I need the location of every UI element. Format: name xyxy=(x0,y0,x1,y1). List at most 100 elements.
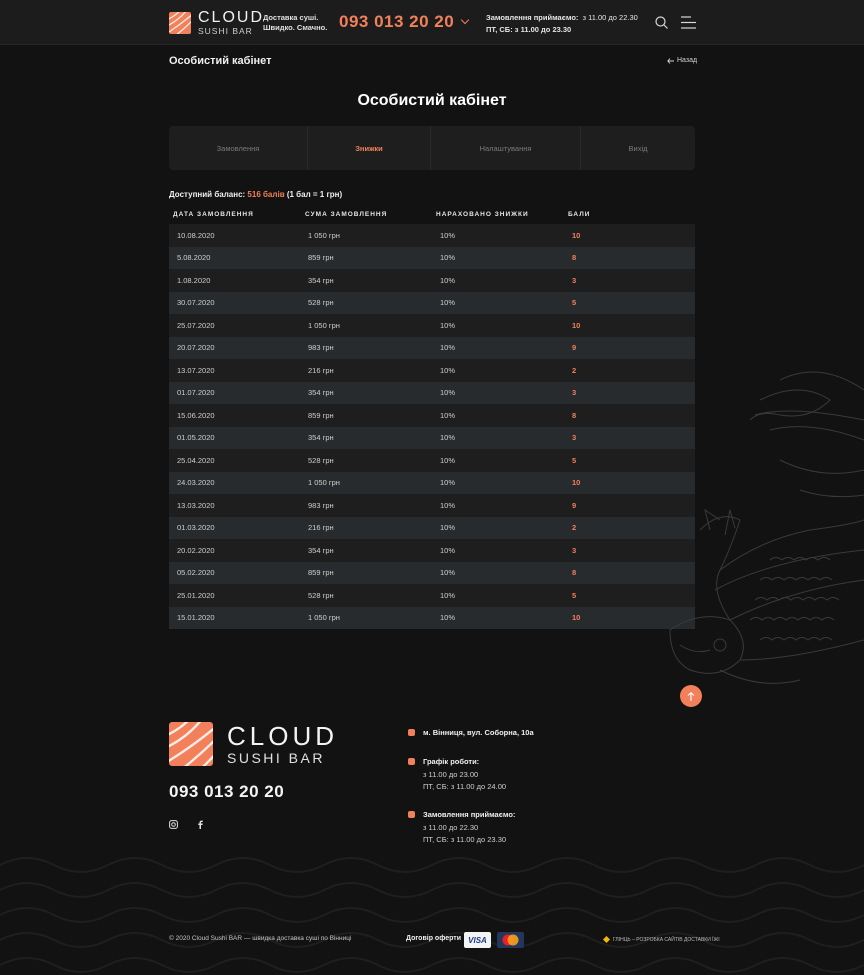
discount-percent-cell: 10% xyxy=(440,298,456,308)
salmon-logo-icon xyxy=(169,722,213,766)
account-tabs: Замовлення Знижки Налаштування Вихід xyxy=(169,126,695,170)
discount-percent-cell: 10% xyxy=(440,523,456,533)
discount-percent-cell: 10% xyxy=(440,388,456,398)
order-sum-cell: 528 грн xyxy=(308,298,334,308)
table-row: 15.01.2020 1 050 грн 10% 10 xyxy=(169,606,695,629)
table-row: 05.02.2020 859 грн 10% 8 xyxy=(169,561,695,584)
breadcrumb-title: Особистий кабінет xyxy=(169,55,272,67)
table-row: 30.07.2020 528 грн 10% 5 xyxy=(169,291,695,314)
footer-orders-hours: Замовлення приймаємо: з 11.00 до 22.30 П… xyxy=(408,809,515,847)
table-row: 01.05.2020 354 грн 10% 3 xyxy=(169,426,695,449)
location-icon xyxy=(408,729,415,736)
order-date-cell: 05.02.2020 xyxy=(177,568,215,578)
search-icon[interactable] xyxy=(655,16,668,29)
order-sum-cell: 1 050 грн xyxy=(308,613,340,623)
table-row: 5.08.2020 859 грн 10% 8 xyxy=(169,246,695,269)
order-date-cell: 1.08.2020 xyxy=(177,275,211,285)
tab-discounts[interactable]: Знижки xyxy=(308,126,431,170)
table-body: 10.08.2020 1 050 грн 10% 10 5.08.2020 859 грн… xyxy=(169,224,695,629)
discount-percent-cell: 10% xyxy=(440,455,456,465)
order-sum-cell: 1 050 грн xyxy=(308,320,340,330)
balance-value: 516 балів xyxy=(247,190,285,199)
visa-icon: VISA xyxy=(464,932,491,948)
menu-icon[interactable] xyxy=(681,16,696,29)
order-sum-cell: 216 грн xyxy=(308,523,334,533)
order-sum-cell: 354 грн xyxy=(308,545,334,555)
header-hours: Замовлення приймаємо: з 11.00 до 22.30 П… xyxy=(486,13,638,34)
order-sum-cell: 528 грн xyxy=(308,455,334,465)
order-sum-cell: 1 050 грн xyxy=(308,478,340,488)
points-cell: 10 xyxy=(572,320,581,330)
order-date-cell: 13.07.2020 xyxy=(177,365,215,375)
instagram-icon[interactable] xyxy=(169,820,178,829)
table-row: 25.01.2020 528 грн 10% 5 xyxy=(169,584,695,607)
points-cell: 10 xyxy=(572,230,581,240)
table-row: 01.07.2020 354 грн 10% 3 xyxy=(169,381,695,404)
table-row: 10.08.2020 1 050 грн 10% 10 xyxy=(169,224,695,247)
developer-credit[interactable]: ГЛІНЦЬ – РОЗРОБКА САЙТІВ ДОСТАВКИ ЇЖІ xyxy=(603,936,720,943)
order-date-cell: 13.03.2020 xyxy=(177,500,215,510)
clock-icon xyxy=(408,758,415,765)
chevron-down-icon[interactable] xyxy=(460,15,470,25)
discount-percent-cell: 10% xyxy=(440,230,456,240)
tab-orders[interactable]: Замовлення xyxy=(169,126,308,170)
table-row: 25.04.2020 528 грн 10% 5 xyxy=(169,449,695,472)
mastercard-icon xyxy=(497,932,524,948)
koi-fish-decoration xyxy=(669,371,864,684)
table-row: 24.03.2020 1 050 грн 10% 10 xyxy=(169,471,695,494)
discount-percent-cell: 10% xyxy=(440,613,456,623)
header-phone[interactable]: 093 013 20 20 xyxy=(339,12,454,32)
order-date-cell: 01.05.2020 xyxy=(177,433,215,443)
footer-phone[interactable]: 093 013 20 20 xyxy=(169,782,284,802)
column-header-sum: СУМА ЗАМОВЛЕННЯ xyxy=(305,211,388,218)
points-cell: 8 xyxy=(572,253,577,263)
discount-percent-cell: 10% xyxy=(440,545,456,555)
order-date-cell: 15.06.2020 xyxy=(177,410,215,420)
footer-schedule: Графік роботи: з 11.00 до 23.00 ПТ, СБ: … xyxy=(408,756,506,794)
column-header-date: ДАТА ЗАМОВЛЕННЯ xyxy=(173,211,254,218)
order-date-cell: 10.08.2020 xyxy=(177,230,215,240)
points-cell: 3 xyxy=(572,275,577,285)
discount-percent-cell: 10% xyxy=(440,500,456,510)
tab-settings[interactable]: Налаштування xyxy=(431,126,581,170)
discount-percent-cell: 10% xyxy=(440,253,456,263)
discount-percent-cell: 10% xyxy=(440,275,456,285)
tab-logout[interactable]: Вихід xyxy=(581,126,695,170)
points-cell: 9 xyxy=(572,343,577,353)
offer-link[interactable]: Договір оферти xyxy=(406,935,461,942)
table-row: 25.07.2020 1 050 грн 10% 10 xyxy=(169,314,695,337)
table-row: 1.08.2020 354 грн 10% 3 xyxy=(169,269,695,292)
site-header: CLOUD SUSHI BAR Доставка суші. Швидко. С… xyxy=(0,0,864,45)
footer-logo-title: CLOUD xyxy=(227,721,339,751)
balance-line: Доступний баланс: 516 балів (1 бал = 1 г… xyxy=(169,190,343,199)
discount-percent-cell: 10% xyxy=(440,590,456,600)
arrow-up-icon xyxy=(687,691,695,701)
footer-address: м. Вінниця, вул. Соборна, 10а xyxy=(408,727,534,740)
order-date-cell: 25.04.2020 xyxy=(177,455,215,465)
logo-title: CLOUD xyxy=(198,9,265,26)
scroll-to-top-button[interactable] xyxy=(680,685,702,707)
order-date-cell: 30.07.2020 xyxy=(177,298,215,308)
discount-percent-cell: 10% xyxy=(440,478,456,488)
page-title: Особистий кабінет xyxy=(357,92,507,109)
discount-percent-cell: 10% xyxy=(440,433,456,443)
arrow-left-icon xyxy=(667,57,674,64)
order-date-cell: 15.01.2020 xyxy=(177,613,215,623)
table-row: 01.03.2020 216 грн 10% 2 xyxy=(169,516,695,539)
logo-subtitle: SUSHI BAR xyxy=(198,26,253,36)
order-date-cell: 5.08.2020 xyxy=(177,253,211,263)
header-logo[interactable]: CLOUD SUSHI BAR xyxy=(169,10,264,36)
column-header-points: БАЛИ xyxy=(568,211,591,218)
order-sum-cell: 859 грн xyxy=(308,253,334,263)
order-sum-cell: 983 грн xyxy=(308,500,334,510)
back-link[interactable]: Назад xyxy=(667,57,697,64)
table-header: ДАТА ЗАМОВЛЕННЯ СУМА ЗАМОВЛЕННЯ НАРАХОВА… xyxy=(169,211,695,224)
order-date-cell: 25.01.2020 xyxy=(177,590,215,600)
footer-logo[interactable]: CLOUD SUSHI BAR xyxy=(169,722,338,766)
order-sum-cell: 859 грн xyxy=(308,568,334,578)
order-sum-cell: 354 грн xyxy=(308,275,334,285)
facebook-icon[interactable] xyxy=(196,820,205,829)
discount-percent-cell: 10% xyxy=(440,410,456,420)
discount-percent-cell: 10% xyxy=(440,320,456,330)
order-sum-cell: 354 грн xyxy=(308,433,334,443)
